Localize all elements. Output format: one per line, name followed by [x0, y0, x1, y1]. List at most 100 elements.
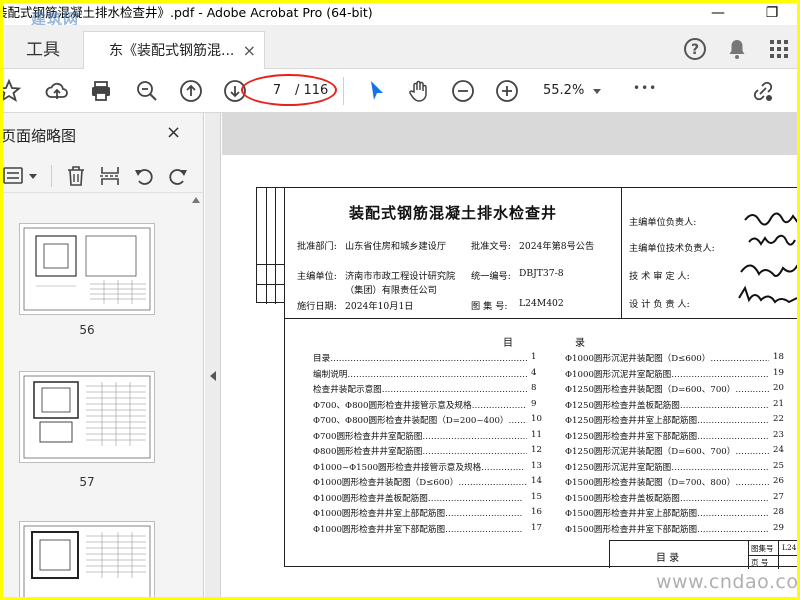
thumbnail-scrollbar[interactable] [190, 193, 202, 597]
insert-page-icon[interactable] [99, 165, 121, 187]
toc-entry[interactable]: Φ1000~Φ1500圆形检查井接管示意及规格…………… 13 [313, 461, 542, 476]
toc-entry[interactable]: Φ1000圆形检查井盖板配筋图…………………………… 15 [313, 492, 542, 507]
toc-entry[interactable]: Φ1000圆形检查井装配图（D≤600）……………………… 14 [313, 476, 542, 491]
dept-label: 批准部门: [297, 241, 337, 252]
toc-entry[interactable]: Φ1000圆形沉泥井装配图（D≤600）…………………… 18 [565, 352, 784, 367]
toc-entry-title: Φ1000圆形检查井盖板配筋图…………………………… [313, 493, 523, 504]
title-block-name: 目 录 [656, 553, 680, 564]
toc-entry-page: 10 [531, 414, 542, 424]
help-icon[interactable]: ? [683, 37, 707, 61]
toc-entry[interactable]: Φ1500圆形检查井井室上部配筋图……………………… 28 [565, 507, 784, 522]
scroll-up-icon[interactable] [192, 197, 200, 203]
toc-entry[interactable]: Φ1000圆形沉泥井室配筋图……………………………… 19 [565, 368, 784, 383]
rotate-left-icon[interactable] [133, 165, 155, 187]
toc-entry[interactable]: Φ1250圆形检查井井室下部配筋图……………………… 23 [565, 430, 784, 445]
apps-grid-icon[interactable] [767, 37, 791, 61]
page-total: / 116 [295, 83, 329, 98]
svg-text:?: ? [691, 42, 699, 58]
toc-entry-title: Φ1250圆形检查井井室下部配筋图……………………… [565, 431, 769, 442]
sign-reviewer: 技 术 审 定 人: [629, 271, 690, 282]
page-thumbnail[interactable] [19, 521, 155, 597]
tab-document-label: 东《装配式钢筋混... [109, 43, 235, 59]
pdf-page: 装配式钢筋混凝土排水检查井 批准部门: 山东省住房和城乡建设厅 批准文号: 20… [222, 155, 797, 597]
toc-entry-page: 8 [531, 383, 537, 393]
toc-entry[interactable]: Φ700、Φ800圆形检查井接管示意及规格………………… 9 [313, 399, 536, 414]
toc-entry-title: Φ1500圆形检查井井室上部配筋图……………………… [565, 509, 769, 519]
atlas-no-value: L24M402 [519, 298, 564, 309]
toc-entry[interactable]: Φ1000圆形检查井井室上部配筋图……………………… 16 [313, 507, 542, 522]
page-number-input[interactable]: 7 [265, 81, 289, 101]
sign-designer: 设 计 负 责 人: [629, 299, 690, 310]
toc-entry[interactable]: Φ700圆形检查井井室配筋图………………………………… 11 [313, 430, 542, 445]
title-bar: 装配式钢筋混凝土排水检查井》.pdf - Adobe Acrobat Pro (… [3, 3, 797, 28]
toc-entry-title: Φ700、Φ800圆形检查井装配图（D=200~400）……………… [313, 416, 527, 426]
zoom-dropdown-icon[interactable] [593, 89, 601, 94]
toc-entry[interactable]: Φ800圆形检查井井室配筋图………………………………… 12 [313, 445, 542, 460]
toc-entry[interactable]: 编制说明…………………………………………………………… 4 [313, 368, 536, 383]
toc-entry[interactable]: Φ700、Φ800圆形检查井装配图（D=200~400）……………… 10 [313, 414, 542, 429]
sign-tech-head: 主编单位技术负责人: [629, 243, 715, 254]
select-cursor-icon[interactable] [365, 79, 389, 103]
main-toolbar: 7 / 116 55.2% ••• [3, 69, 797, 113]
toc-entry-page: 23 [773, 429, 784, 440]
thumbnail-options-icon[interactable] [3, 165, 43, 187]
toc-entry[interactable]: 目录……………………………………………………………… 1 [313, 352, 536, 367]
toc-entry[interactable]: Φ1500圆形检查井装配图（D=700、800）……………… 26 [565, 476, 784, 491]
zoom-out-icon[interactable] [451, 79, 475, 103]
title-block-page-label: 页 号 [751, 558, 769, 567]
close-tab-icon[interactable]: × [243, 32, 256, 70]
hand-tool-icon[interactable] [407, 79, 431, 103]
toc-entry[interactable]: Φ1250圆形检查井盖板配筋图…………………………… 21 [565, 399, 784, 414]
more-tools-button[interactable]: ••• [633, 81, 657, 95]
doc-no-label: 批准文号: [471, 241, 511, 252]
star-icon[interactable] [3, 79, 21, 103]
rotate-right-icon[interactable] [167, 165, 189, 187]
toc-entry-page: 28 [773, 507, 784, 517]
title-block-atlas-label: 图集号 [751, 544, 774, 553]
toc-entry[interactable]: Φ1250圆形检查井井室上部配筋图……………………… 22 [565, 414, 784, 429]
trash-icon[interactable] [65, 165, 87, 187]
cloud-upload-icon[interactable] [45, 79, 69, 103]
table-line [275, 188, 276, 304]
close-panel-icon[interactable]: × [166, 122, 181, 143]
toc-heading-left: 目 [503, 338, 513, 349]
thumbnail-label: 56 [79, 323, 95, 337]
panel-splitter[interactable] [205, 113, 221, 597]
sign-editor-head: 主编单位负责人: [629, 217, 697, 228]
toc-entry[interactable]: Φ1250圆形沉泥井装配图（D=600、700）……………… 24 [565, 445, 784, 460]
toc-entry-page: 16 [531, 507, 542, 517]
toc-entry-page: 12 [531, 445, 542, 455]
tab-tools[interactable]: 工具 [3, 31, 83, 69]
page-thumbnail[interactable] [19, 371, 155, 463]
collapse-panel-icon[interactable] [210, 371, 216, 381]
tab-document[interactable]: 东《装配式钢筋混... × [83, 31, 265, 69]
toc-entry[interactable]: Φ1250圆形检查井装配图（D=600、700）……………… 20 [565, 383, 784, 398]
bell-icon[interactable] [725, 37, 749, 61]
editor-value-2: （集团）有限责任公司 [345, 285, 437, 296]
document-viewport[interactable]: 装配式钢筋混凝土排水检查井 批准部门: 山东省住房和城乡建设厅 批准文号: 20… [222, 113, 797, 597]
thumbnail-drawing [23, 227, 151, 311]
toc-entry-title: Φ800圆形检查井井室配筋图………………………………… [313, 447, 527, 457]
toc-entry-title: Φ1000圆形沉泥井装配图（D≤600）…………………… [565, 354, 769, 364]
toc-entry[interactable]: Φ1500圆形检查井井室下部配筋图……………………… 29 [565, 523, 784, 538]
toc-entry-title: Φ1500圆形检查井井室下部配筋图……………………… [565, 524, 769, 535]
prev-page-icon[interactable] [179, 79, 203, 103]
toc-entry[interactable]: Φ1000圆形检查井井室下部配筋图……………………… 17 [313, 523, 542, 538]
restore-button[interactable]: ❐ [757, 3, 787, 25]
zoom-search-icon[interactable] [135, 79, 159, 103]
toc-entry[interactable]: Φ1500圆形检查井盖板配筋图…………………………… 27 [565, 492, 784, 507]
zoom-in-icon[interactable] [495, 79, 519, 103]
toc-entry[interactable]: 检查井装配示意图……………………………………………… 8 [313, 383, 536, 398]
toc-entry-page: 18 [773, 352, 784, 362]
share-link-icon[interactable] [751, 79, 775, 103]
toc-entry-title: Φ700圆形检查井井室配筋图………………………………… [313, 431, 527, 442]
toc-entry-page: 9 [531, 398, 537, 409]
print-icon[interactable] [89, 79, 113, 103]
toc-entry-title: 目录……………………………………………………………… [313, 354, 527, 364]
zoom-level[interactable]: 55.2% [543, 81, 584, 101]
minimize-button[interactable]: — [703, 3, 733, 25]
toc-entry-page: 29 [773, 522, 784, 533]
toc-entry-title: Φ1500圆形检查井盖板配筋图…………………………… [565, 493, 769, 504]
page-thumbnail[interactable] [19, 223, 155, 315]
toc-entry[interactable]: Φ1250圆形沉泥井室配筋图……………………………… 25 [565, 461, 784, 476]
